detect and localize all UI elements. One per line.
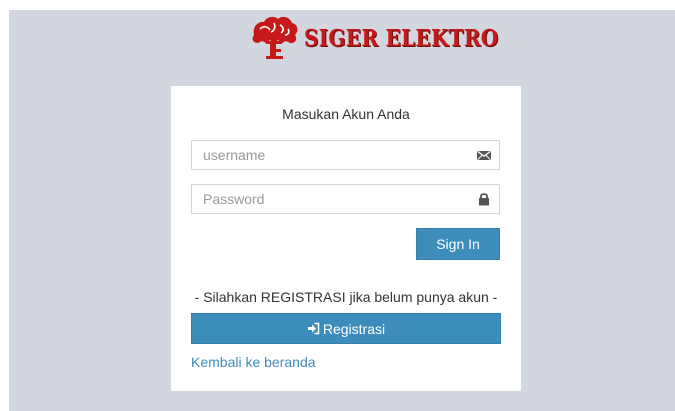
siger-crown-icon [252,16,298,59]
back-to-home-link[interactable]: Kembali ke beranda [191,354,316,370]
sign-in-button[interactable]: Sign In [416,228,500,260]
brand-name: SIGER ELEKTRO [304,24,499,52]
username-field [191,140,500,170]
login-box-message: Masukan Akun Anda [282,106,410,122]
sign-in-icon [307,322,320,335]
envelope-icon [477,150,491,160]
register-button-label: Registrasi [322,320,386,337]
password-field [191,184,500,214]
username-input[interactable] [192,141,473,169]
login-box: Masukan Akun Anda Sign In - Silahkan REG… [171,86,521,391]
register-button[interactable]: Registrasi [191,313,501,344]
password-input[interactable] [192,185,473,213]
registration-note: - Silahkan REGISTRASI jika belum punya a… [194,289,498,305]
brand-logo: SIGER ELEKTRO [248,12,498,62]
lock-icon [479,193,489,206]
